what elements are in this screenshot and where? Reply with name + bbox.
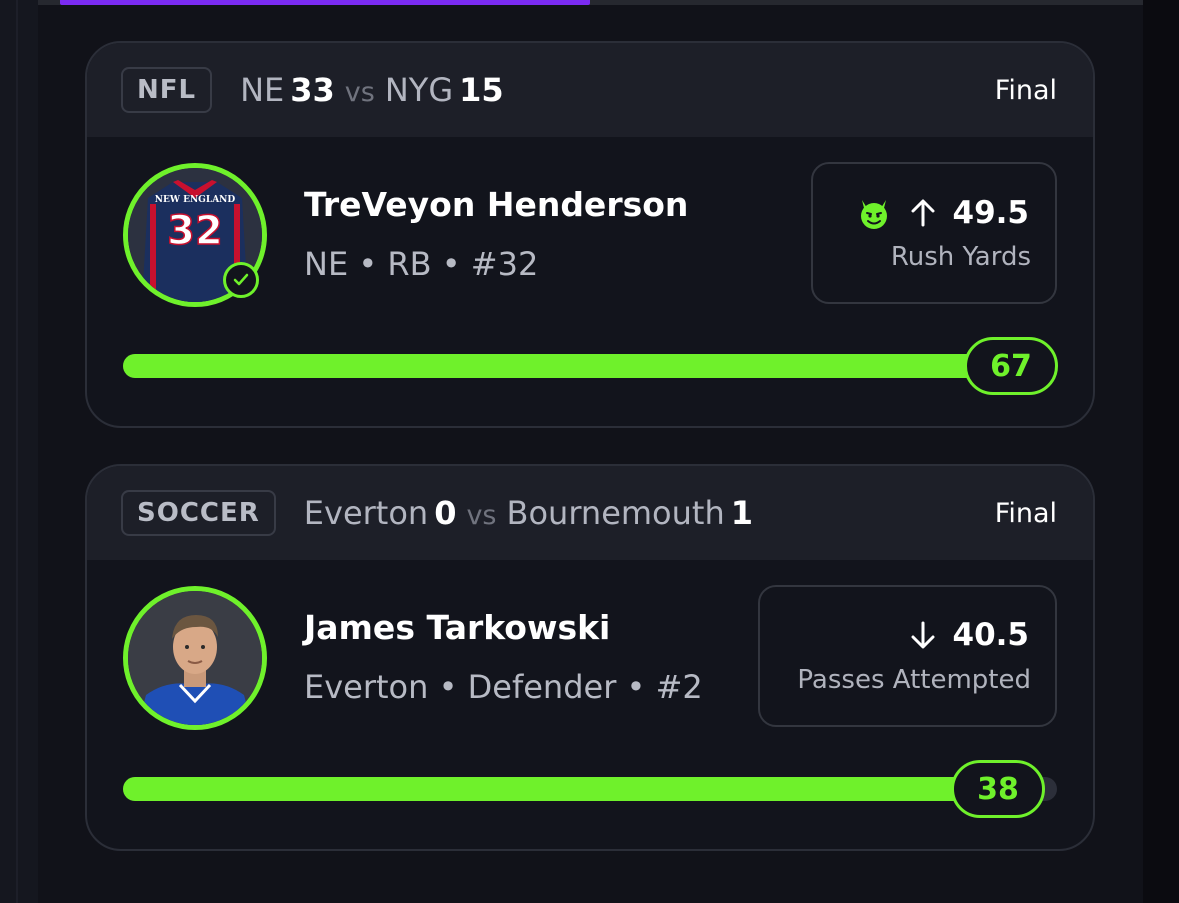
check-icon <box>223 262 259 298</box>
left-panel-edge <box>0 0 38 903</box>
home-score: 0 <box>434 494 457 532</box>
home-team: Everton <box>303 494 429 532</box>
player-meta: Everton • Defender • #2 <box>304 668 703 706</box>
active-tab-indicator <box>60 0 590 5</box>
tab-underline <box>38 0 1143 5</box>
arrow-down-icon <box>911 621 934 649</box>
matchup: NE 33 vs NYG 15 <box>240 71 504 109</box>
away-team: Bournemouth <box>506 494 725 532</box>
pick-line-value: 40.5 <box>952 617 1030 653</box>
league-badge: NFL <box>121 67 213 113</box>
card-header: NFL NE 33 vs NYG 15 Final <box>87 43 1093 137</box>
arrow-up-icon <box>911 199 934 227</box>
away-team: NYG <box>384 71 454 109</box>
away-score: 1 <box>730 494 753 532</box>
pick-line-box[interactable]: 49.5 Rush Yards <box>811 162 1057 304</box>
game-status: Final <box>994 497 1057 529</box>
player-avatar[interactable] <box>123 586 267 730</box>
vs-label: vs <box>344 77 375 108</box>
home-score: 33 <box>290 71 335 109</box>
pick-stat-label: Rush Yards <box>890 242 1031 272</box>
pick-card[interactable]: SOCCER Everton 0 vs Bournemouth 1 Final <box>85 464 1095 851</box>
player-name: TreVeyon Henderson <box>304 185 689 224</box>
home-team: NE <box>240 71 285 109</box>
vs-label: vs <box>466 500 497 531</box>
pick-line-row: 49.5 <box>855 194 1030 232</box>
progress-fill <box>123 354 1039 378</box>
jersey-text: NEW ENGLAND <box>155 195 236 205</box>
picks-list: NFL NE 33 vs NYG 15 Final NEW ENGLAND 32 <box>38 0 1143 903</box>
jersey-number: 32 <box>167 208 223 254</box>
away-score: 15 <box>459 71 504 109</box>
result-value: 67 <box>964 337 1058 395</box>
pick-stat-label: Passes Attempted <box>797 665 1031 695</box>
result-value: 38 <box>951 760 1045 818</box>
pick-line-value: 49.5 <box>952 195 1030 231</box>
devil-emoji-icon <box>860 200 887 229</box>
pick-line-box[interactable]: 40.5 Passes Attempted <box>758 585 1057 727</box>
matchup: Everton 0 vs Bournemouth 1 <box>304 494 753 532</box>
pick-line-row: 40.5 <box>907 617 1030 653</box>
progress-fill <box>123 777 1001 801</box>
pick-card[interactable]: NFL NE 33 vs NYG 15 Final NEW ENGLAND 32 <box>85 41 1095 428</box>
progress-track <box>123 777 1057 801</box>
card-header: SOCCER Everton 0 vs Bournemouth 1 Final <box>87 466 1093 560</box>
player-meta: NE • RB • #32 <box>304 245 539 283</box>
right-panel-edge <box>1143 0 1179 903</box>
player-photo <box>128 591 262 725</box>
player-name: James Tarkowski <box>304 608 611 647</box>
league-badge: SOCCER <box>121 490 276 536</box>
game-status: Final <box>994 74 1057 106</box>
progress-track <box>123 354 1057 378</box>
